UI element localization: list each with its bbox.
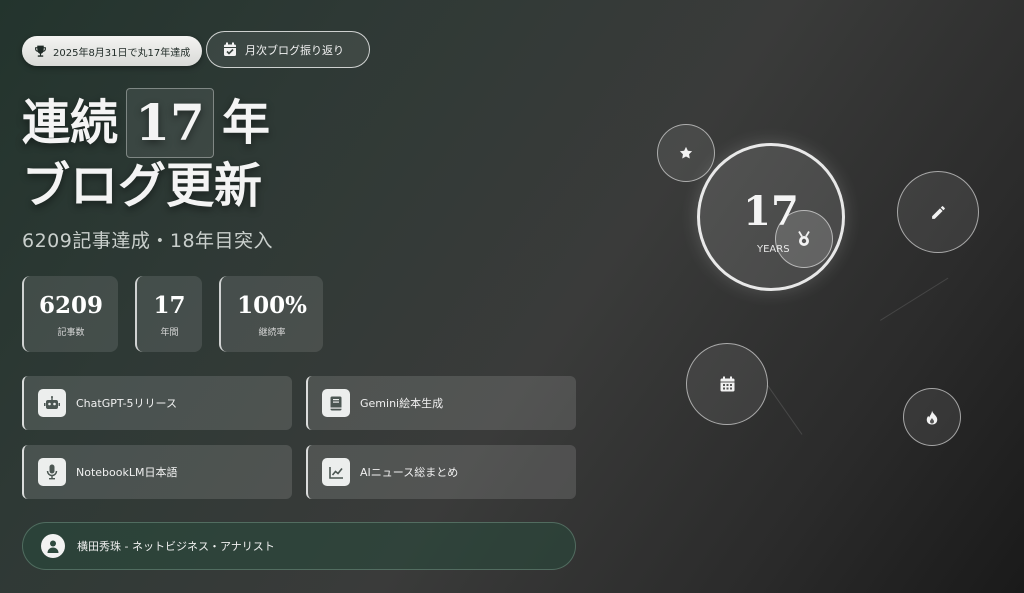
monthly-review-label: 月次ブログ振り返り: [245, 43, 344, 57]
robot-icon: [38, 389, 66, 417]
pencil-icon: [930, 204, 947, 221]
headline-line2: ブログ更新: [22, 158, 263, 214]
fire-bubble: [903, 388, 961, 446]
topic-card-gemini[interactable]: Gemini絵本生成: [306, 376, 576, 430]
stat-articles: 6209 記事数: [22, 276, 118, 352]
stat-label: 記事数: [57, 327, 85, 338]
trophy-icon: [34, 45, 47, 57]
calendar-bubble: [686, 343, 768, 425]
topic-label: ChatGPT-5リリース: [76, 397, 177, 410]
user-icon: [41, 534, 65, 558]
topic-label: Gemini絵本生成: [360, 397, 444, 410]
stat-label: 年間: [160, 327, 179, 338]
chart-line-icon: [322, 458, 350, 486]
stat-continuation: 100% 継続率: [219, 276, 323, 352]
stat-label: 継続率: [258, 327, 286, 338]
star-icon: [679, 146, 693, 160]
orbit-line: [767, 385, 803, 435]
topic-card-ai-news[interactable]: AIニュース総まとめ: [306, 445, 576, 499]
stat-value: 17: [153, 291, 186, 319]
pencil-bubble: [897, 171, 979, 253]
fire-icon: [926, 410, 938, 425]
headline-suffix: 年: [222, 95, 271, 151]
stat-value: 6209: [38, 291, 103, 319]
calendar-check-icon: [223, 42, 237, 57]
topic-label: NotebookLM日本語: [76, 466, 178, 479]
orbit-line: [880, 277, 949, 321]
headline-line1: 連続 17 年: [22, 88, 270, 158]
medal-icon: [797, 231, 811, 247]
stat-years: 17 年間: [135, 276, 202, 352]
book-icon: [322, 389, 350, 417]
achievement-badge: 2025年8月31日で丸17年達成: [22, 36, 202, 66]
achievement-text: 2025年8月31日で丸17年達成: [53, 47, 191, 59]
headline-prefix: 連続: [22, 95, 119, 151]
calendar-icon: [720, 376, 735, 392]
microphone-icon: [38, 458, 66, 486]
star-bubble: [657, 124, 715, 182]
author-bar: 横田秀珠 - ネットビジネス・アナリスト: [22, 522, 576, 570]
headline-number: 17: [126, 88, 215, 158]
monthly-review-button[interactable]: 月次ブログ振り返り: [206, 31, 370, 68]
stat-value: 100%: [237, 291, 307, 319]
medal-bubble: [775, 210, 833, 268]
author-name: 横田秀珠 - ネットビジネス・アナリスト: [77, 540, 275, 553]
topic-card-chatgpt[interactable]: ChatGPT-5リリース: [22, 376, 292, 430]
topic-card-notebooklm[interactable]: NotebookLM日本語: [22, 445, 292, 499]
subtitle: 6209記事達成・18年目突入: [22, 230, 274, 252]
topic-label: AIニュース総まとめ: [360, 466, 459, 479]
